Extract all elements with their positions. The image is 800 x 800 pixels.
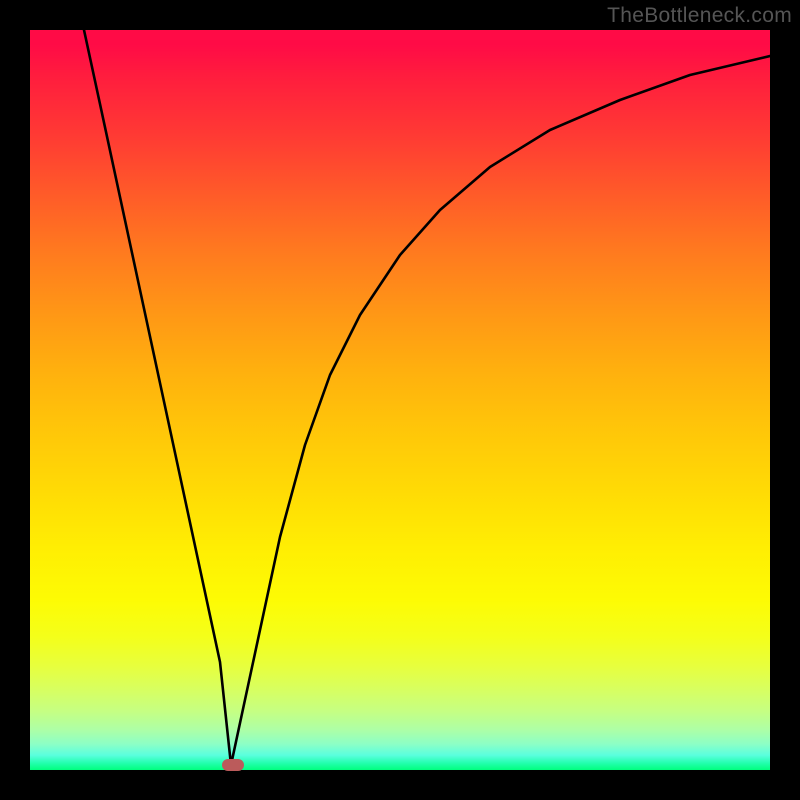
chart-container: TheBottleneck.com (0, 0, 800, 800)
optimal-marker (222, 759, 244, 771)
bottleneck-curve (30, 30, 770, 770)
curve-path (84, 30, 770, 765)
plot-area (30, 30, 770, 770)
watermark-text: TheBottleneck.com (607, 4, 792, 28)
